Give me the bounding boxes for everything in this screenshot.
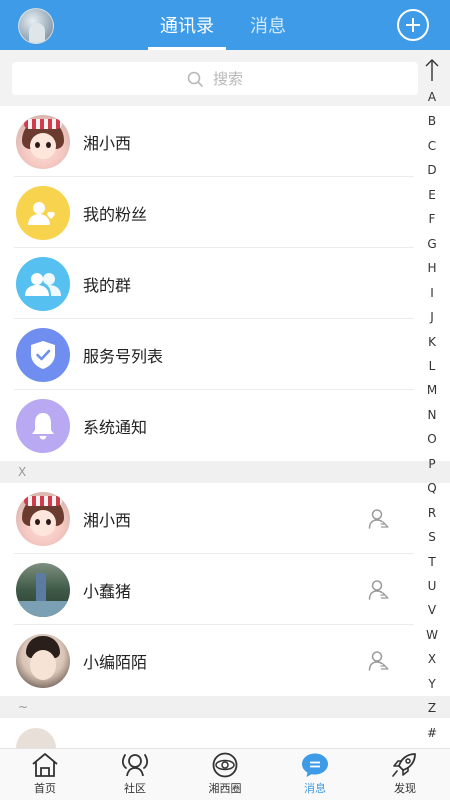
index-letter[interactable]: I: [420, 286, 444, 300]
tab-bar: 通讯录 消息: [148, 0, 307, 50]
bell-icon: [16, 398, 70, 453]
index-letter[interactable]: Y: [420, 677, 444, 691]
circle-icon: [212, 752, 238, 778]
nav-label: 发现: [394, 782, 416, 795]
nav-label: 消息: [304, 782, 326, 795]
search-placeholder: 搜索: [212, 70, 243, 88]
index-letter[interactable]: U: [420, 579, 444, 593]
community-icon: [121, 754, 149, 777]
contact-profile-icon[interactable]: [368, 650, 390, 672]
user-avatar[interactable]: [18, 8, 54, 44]
nav-messages[interactable]: 消息: [270, 749, 360, 800]
list-item-system-notice[interactable]: 系统通知: [0, 390, 450, 461]
contact-profile-icon[interactable]: [368, 579, 390, 601]
contact-row[interactable]: 湘小西: [0, 483, 450, 554]
section-header-x: X: [0, 461, 450, 483]
nav-label: 社区: [124, 782, 146, 795]
index-letter[interactable]: N: [420, 408, 444, 422]
list-item-label: 我的群: [83, 275, 132, 295]
index-letter[interactable]: Q: [420, 481, 444, 495]
index-letter[interactable]: W: [420, 628, 444, 642]
index-letter[interactable]: G: [420, 237, 444, 251]
index-letter[interactable]: D: [420, 163, 444, 177]
contacts-screen: 通讯录 消息 搜索 湘小西 我的粉丝 我的群 服务号列表 系统通知 X 湘小西 …: [0, 0, 450, 800]
contact-name: 湘小西: [83, 510, 132, 530]
tab-contacts[interactable]: 通讯录: [148, 0, 226, 50]
nav-discover[interactable]: 发现: [360, 749, 450, 800]
index-letter[interactable]: J: [420, 310, 444, 324]
doll-avatar: [16, 491, 70, 546]
index-letter[interactable]: T: [420, 555, 444, 569]
tab-messages[interactable]: 消息: [229, 0, 307, 50]
bottom-nav: 首页 社区 湘西圈 消息 发现: [0, 748, 450, 800]
index-letter[interactable]: O: [420, 432, 444, 446]
fans-icon: [16, 185, 70, 240]
top-bar: 通讯录 消息: [0, 0, 450, 50]
nav-community[interactable]: 社区: [90, 749, 180, 800]
contact-profile-icon[interactable]: [368, 508, 390, 530]
section-header-tilde: ~: [0, 696, 450, 718]
search-icon: [187, 71, 203, 87]
contact-list: 湘小西 我的粉丝 我的群 服务号列表 系统通知 X 湘小西 小蠢猪 小编陌陌 ~: [0, 106, 450, 778]
index-letter[interactable]: M: [420, 383, 444, 397]
list-item-service-accounts[interactable]: 服务号列表: [0, 319, 450, 390]
rocket-icon: [392, 753, 416, 777]
list-item-label: 我的粉丝: [83, 204, 148, 224]
index-letter[interactable]: H: [420, 261, 444, 275]
list-item-xiangxiaoxi[interactable]: 湘小西: [0, 106, 450, 177]
index-letter[interactable]: E: [420, 188, 444, 202]
nav-label: 首页: [34, 782, 56, 795]
search-input[interactable]: 搜索: [12, 62, 418, 95]
list-item-label: 服务号列表: [83, 346, 164, 366]
index-letter[interactable]: B: [420, 114, 444, 128]
index-letter[interactable]: #: [420, 726, 444, 740]
index-letter[interactable]: S: [420, 530, 444, 544]
list-item-label: 系统通知: [83, 417, 148, 437]
contact-row[interactable]: 小蠢猪: [0, 554, 450, 625]
index-letter[interactable]: L: [420, 359, 444, 373]
service-shield-icon: [16, 327, 70, 382]
search-bar: 搜索: [0, 50, 450, 106]
index-letter[interactable]: C: [420, 139, 444, 153]
photo-avatar: [16, 562, 70, 617]
home-icon: [32, 753, 58, 777]
nav-label: 湘西圈: [208, 782, 242, 795]
contact-row[interactable]: 小编陌陌: [0, 625, 450, 696]
contact-name: 小编陌陌: [83, 652, 148, 672]
index-letter[interactable]: Z: [420, 701, 444, 715]
message-icon: [302, 753, 328, 777]
list-item-groups[interactable]: 我的群: [0, 248, 450, 319]
contact-name: 小蠢猪: [83, 581, 132, 601]
group-icon: [16, 256, 70, 311]
add-button[interactable]: [397, 9, 429, 41]
index-letter[interactable]: K: [420, 335, 444, 349]
nav-home[interactable]: 首页: [0, 749, 90, 800]
index-letter[interactable]: P: [420, 457, 444, 471]
scroll-to-top-icon[interactable]: [422, 58, 442, 82]
index-letter[interactable]: X: [420, 652, 444, 666]
index-letter[interactable]: A: [420, 90, 444, 104]
index-letter[interactable]: R: [420, 506, 444, 520]
doll-avatar: [16, 114, 70, 169]
list-item-label: 湘小西: [83, 133, 132, 153]
list-item-fans[interactable]: 我的粉丝: [0, 177, 450, 248]
photo-avatar: [16, 633, 70, 688]
index-letter[interactable]: V: [420, 603, 444, 617]
index-letter[interactable]: F: [420, 212, 444, 226]
nav-xiangxi-circle[interactable]: 湘西圈: [180, 749, 270, 800]
